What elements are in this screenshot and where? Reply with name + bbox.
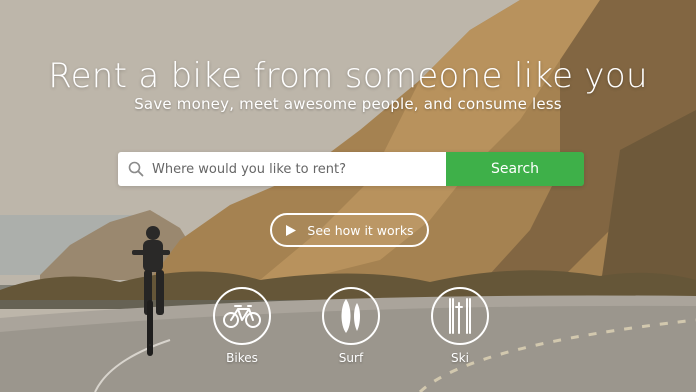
search-icon — [128, 161, 144, 177]
category-bikes-circle[interactable] — [213, 287, 271, 345]
category-ski[interactable]: Ski — [428, 287, 492, 365]
search-input[interactable] — [144, 152, 446, 186]
category-bikes-label: Bikes — [226, 351, 258, 365]
page-headline: Rent a bike from someone like you — [48, 56, 648, 96]
search-button[interactable]: Search — [446, 152, 584, 186]
see-how-it-works-label: See how it works — [307, 222, 414, 238]
search-field-wrapper[interactable] — [118, 152, 446, 186]
category-surf[interactable]: Surf — [319, 287, 383, 365]
category-ski-circle[interactable] — [431, 287, 489, 345]
page-subheadline: Save money, meet awesome people, and con… — [134, 95, 562, 113]
ski-icon — [449, 298, 471, 334]
category-ski-label: Ski — [451, 351, 469, 365]
bicycle-icon — [223, 305, 261, 328]
play-icon — [286, 224, 297, 236]
search-bar: Search — [118, 152, 584, 186]
category-bikes[interactable]: Bikes — [210, 287, 274, 365]
category-surf-label: Surf — [338, 351, 364, 365]
category-surf-circle[interactable] — [322, 287, 380, 345]
see-how-it-works-button[interactable]: See how it works — [270, 213, 429, 247]
surfboard-icon — [341, 299, 360, 333]
